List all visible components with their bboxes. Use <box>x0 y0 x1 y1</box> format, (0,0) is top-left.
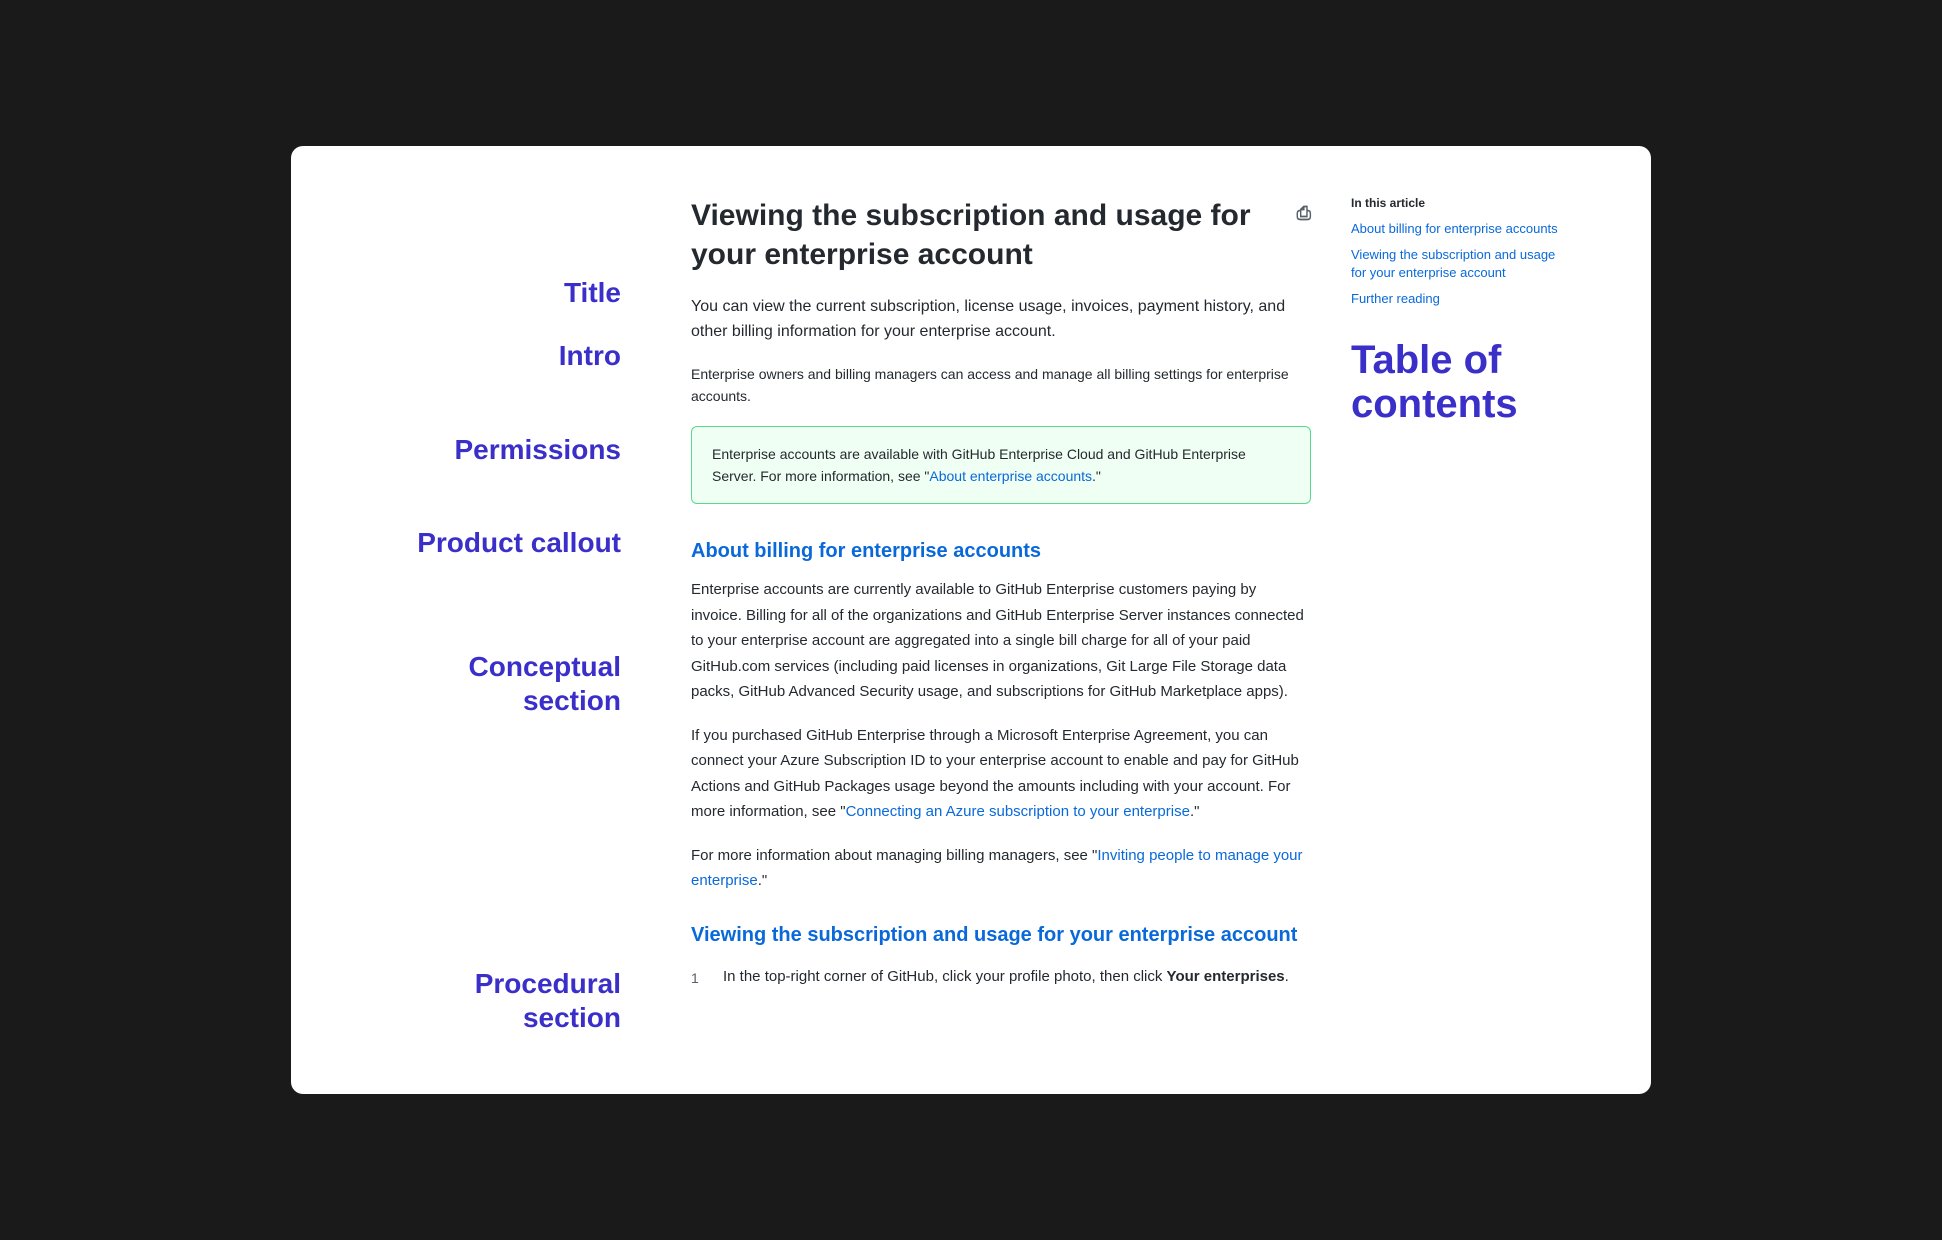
conceptual-para3: For more information about managing bill… <box>691 843 1311 894</box>
step-number-1: 1 <box>691 967 709 989</box>
toc-big-label-line1: Table of <box>1351 338 1571 382</box>
callout-text-after: ." <box>1092 468 1101 484</box>
conceptual-para2-after: ." <box>1190 803 1200 820</box>
toc-big-label-line2: contents <box>1351 382 1571 426</box>
conceptual-para1: Enterprise accounts are currently availa… <box>691 577 1311 705</box>
procedural-heading[interactable]: Viewing the subscription and usage for y… <box>691 924 1311 947</box>
toc-big-label: Table of contents <box>1351 338 1571 426</box>
product-callout-box: Enterprise accounts are available with G… <box>691 426 1311 505</box>
step1-text-before: In the top-right corner of GitHub, click… <box>723 968 1167 985</box>
toc-column: In this article About billing for enterp… <box>1331 196 1571 1045</box>
conceptual-para3-before: For more information about managing bill… <box>691 847 1097 864</box>
azure-subscription-link[interactable]: Connecting an Azure subscription to your… <box>846 803 1190 820</box>
annotations-column: Title Intro Permissions Product callout … <box>331 196 671 1045</box>
step-item-1: 1 In the top-right corner of GitHub, cli… <box>691 965 1311 989</box>
annotation-title: Title <box>331 276 651 310</box>
intro-paragraph: You can view the current subscription, l… <box>691 294 1311 345</box>
step-list: 1 In the top-right corner of GitHub, cli… <box>691 965 1311 989</box>
conceptual-para3-after: ." <box>758 872 768 889</box>
toc-link-3[interactable]: Further reading <box>1351 290 1571 308</box>
annotation-product-callout: Product callout <box>331 526 651 560</box>
annotation-procedural: Proceduralsection <box>331 967 651 1034</box>
toc-link-1[interactable]: About billing for enterprise accounts <box>1351 220 1571 238</box>
step1-bold: Your enterprises <box>1167 968 1285 985</box>
print-icon[interactable]: ⎙ <box>1297 202 1311 225</box>
step-text-1: In the top-right corner of GitHub, click… <box>723 965 1289 989</box>
main-window: Title Intro Permissions Product callout … <box>291 146 1651 1095</box>
article-title-container: Viewing the subscription and usage for y… <box>691 196 1311 274</box>
annotation-permissions: Permissions <box>331 433 651 467</box>
callout-link[interactable]: About enterprise accounts <box>929 468 1092 484</box>
toc-link-2[interactable]: Viewing the subscription and usage for y… <box>1351 246 1571 282</box>
step1-text-after: . <box>1285 968 1289 985</box>
annotation-intro: Intro <box>331 339 651 373</box>
toc-in-article-label: In this article <box>1351 196 1571 210</box>
annotation-conceptual: Conceptualsection <box>331 650 651 717</box>
permissions-paragraph: Enterprise owners and billing managers c… <box>691 363 1311 408</box>
article-title-text: Viewing the subscription and usage for y… <box>691 196 1285 274</box>
procedural-section: Viewing the subscription and usage for y… <box>691 924 1311 989</box>
main-content-area: Viewing the subscription and usage for y… <box>671 196 1331 1045</box>
conceptual-heading[interactable]: About billing for enterprise accounts <box>691 540 1311 563</box>
conceptual-para2: If you purchased GitHub Enterprise throu… <box>691 723 1311 825</box>
